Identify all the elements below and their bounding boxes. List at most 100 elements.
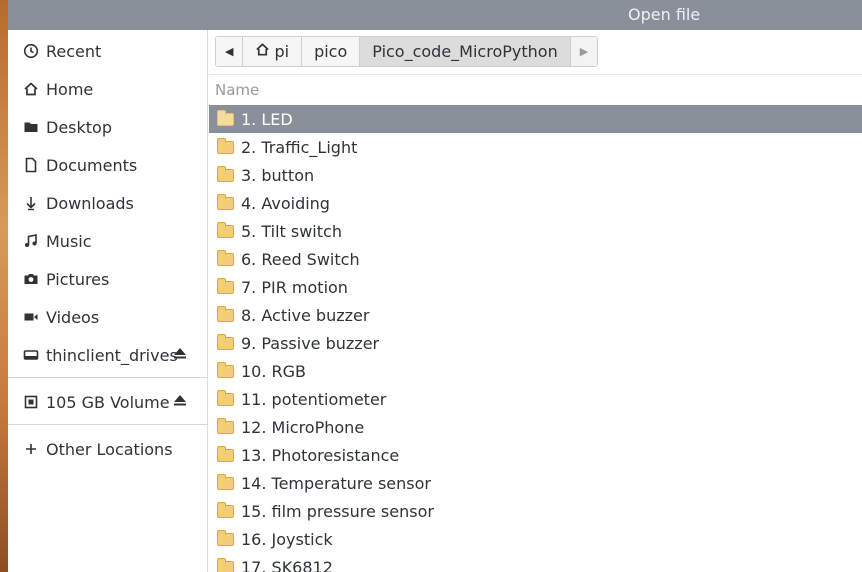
folder-icon [217, 362, 234, 378]
sidebar-item-label: Recent [46, 42, 102, 61]
folder-icon [217, 194, 234, 210]
path-back-button[interactable]: ◀ [216, 37, 244, 66]
file-name: 8. Active buzzer [241, 306, 370, 325]
sidebar-item-label: Pictures [46, 270, 110, 289]
file-name: 12. MicroPhone [241, 418, 365, 437]
eject-icon[interactable] [172, 345, 188, 365]
folder-icon [217, 222, 234, 238]
folder-icon [22, 118, 40, 136]
chevron-left-icon: ◀ [225, 45, 234, 58]
list-item[interactable]: 12. MicroPhone [209, 413, 862, 441]
path-segment-current[interactable]: Pico_code_MicroPython [360, 37, 571, 66]
path-bar: ◀ pi pico Pico_code_MicroPython ▶ [215, 36, 599, 67]
home-icon [255, 42, 270, 61]
list-item[interactable]: 7. PIR motion [209, 273, 862, 301]
sidebar-item-label: thinclient_drives [46, 346, 178, 365]
list-item[interactable]: 14. Temperature sensor [209, 469, 862, 497]
folder-icon [217, 250, 234, 266]
path-segment-pico[interactable]: pico [302, 37, 361, 66]
list-item[interactable]: 16. Joystick [209, 525, 862, 553]
home-icon [22, 80, 40, 98]
sidebar-item-documents[interactable]: Documents [8, 146, 208, 184]
camera-icon [22, 270, 40, 288]
list-item[interactable]: 8. Active buzzer [209, 301, 862, 329]
drive-icon [22, 346, 40, 364]
folder-icon [217, 166, 234, 182]
sidebar-item-desktop[interactable]: Desktop [8, 108, 208, 146]
path-segment-label: pico [314, 42, 348, 61]
chip-icon [22, 393, 40, 411]
file-name: 14. Temperature sensor [241, 474, 431, 493]
title-bar[interactable]: Open file [8, 0, 862, 30]
file-name: 4. Avoiding [241, 194, 330, 213]
sidebar-item-downloads[interactable]: Downloads [8, 184, 208, 222]
folder-icon [217, 138, 234, 154]
sidebar-separator [8, 377, 208, 378]
folder-icon [217, 502, 234, 518]
list-item[interactable]: 6. Reed Switch [209, 245, 862, 273]
list-item[interactable]: 11. potentiometer [209, 385, 862, 413]
file-name: 16. Joystick [241, 530, 333, 549]
sidebar-item-label: Desktop [46, 118, 112, 137]
list-item[interactable]: 10. RGB [209, 357, 862, 385]
sidebar-item-other-locations[interactable]: Other Locations [8, 430, 208, 468]
file-name: 5. Tilt switch [241, 222, 342, 241]
sidebar-item-label: Music [46, 232, 92, 251]
list-item[interactable]: 5. Tilt switch [209, 217, 862, 245]
file-name: 2. Traffic_Light [241, 138, 358, 157]
list-item[interactable]: 3. button [209, 161, 862, 189]
chevron-right-icon: ▶ [579, 45, 589, 58]
sidebar-item-videos[interactable]: Videos [8, 298, 208, 336]
video-icon [22, 308, 40, 326]
sidebar-item-pictures[interactable]: Pictures [8, 260, 208, 298]
name-column-header[interactable]: Name [209, 74, 862, 104]
folder-icon [217, 530, 234, 546]
folder-icon [217, 474, 234, 490]
list-item[interactable]: 17. SK6812 [209, 553, 862, 572]
path-segment-label: pi [274, 42, 290, 61]
file-name: 11. potentiometer [241, 390, 387, 409]
list-item[interactable]: 1. LED [209, 105, 862, 133]
sidebar-item-recent[interactable]: Recent [8, 32, 208, 70]
folder-icon [217, 306, 234, 322]
list-item[interactable]: 13. Photoresistance [209, 441, 862, 469]
folder-icon [217, 418, 234, 434]
open-file-dialog: Open file Recent Home Desktop Documents [8, 0, 862, 572]
file-browser: ◀ pi pico Pico_code_MicroPython ▶ Name 1… [209, 30, 862, 572]
sidebar-item-home[interactable]: Home [8, 70, 208, 108]
file-name: 7. PIR motion [241, 278, 348, 297]
sidebar-item-label: 105 GB Volume [46, 393, 170, 412]
sidebar-item-label: Home [46, 80, 94, 99]
folder-icon [217, 558, 234, 572]
sidebar-item-music[interactable]: Music [8, 222, 208, 260]
sidebar-item-label: Downloads [46, 194, 134, 213]
document-icon [22, 156, 40, 174]
clock-icon [22, 42, 40, 60]
music-icon [22, 232, 40, 250]
folder-icon [217, 446, 234, 462]
file-name: 9. Passive buzzer [241, 334, 380, 353]
sidebar-item-label: Other Locations [46, 440, 173, 459]
sidebar-item-105gb-volume[interactable]: 105 GB Volume [8, 383, 208, 421]
sidebar-item-label: Videos [46, 308, 100, 327]
path-forward-button[interactable]: ▶ [570, 37, 598, 66]
file-name: 3. button [241, 166, 315, 185]
folder-icon [217, 334, 234, 350]
places-sidebar: Recent Home Desktop Documents Downloads [8, 30, 208, 572]
plus-icon [22, 440, 40, 458]
path-segment-home[interactable]: pi [243, 37, 303, 66]
folder-icon [217, 278, 234, 294]
sidebar-separator [8, 424, 208, 425]
eject-icon[interactable] [172, 392, 188, 412]
file-name: 10. RGB [241, 362, 307, 381]
sidebar-item-thinclient-drives[interactable]: thinclient_drives [8, 336, 208, 374]
list-item[interactable]: 2. Traffic_Light [209, 133, 862, 161]
file-name: 1. LED [241, 110, 293, 129]
file-name: 17. SK6812 [241, 558, 333, 572]
folder-icon [217, 390, 234, 406]
list-item[interactable]: 15. film pressure sensor [209, 497, 862, 525]
path-segment-label: Pico_code_MicroPython [372, 42, 558, 61]
list-item[interactable]: 9. Passive buzzer [209, 329, 862, 357]
file-name: 13. Photoresistance [241, 446, 400, 465]
list-item[interactable]: 4. Avoiding [209, 189, 862, 217]
